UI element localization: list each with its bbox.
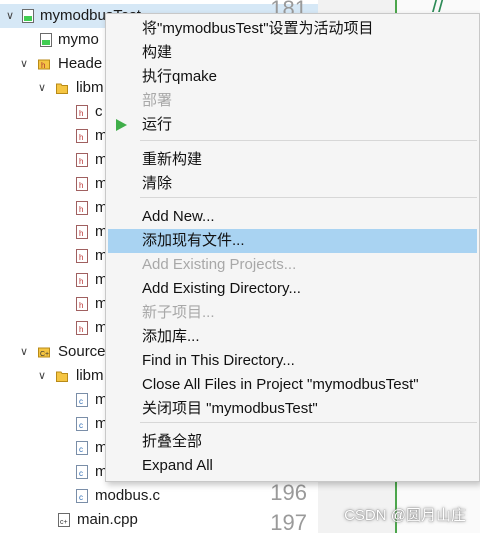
h-file-icon: h — [76, 249, 88, 263]
tree-item-label: modbus.c — [95, 487, 161, 504]
svg-text:h: h — [79, 133, 83, 142]
menu-item-label: Find in This Directory... — [142, 352, 295, 369]
h-file-icon: h — [76, 273, 88, 287]
headers-folder-icon: h — [38, 59, 50, 70]
watermark: CSDN @圆月山庄 — [344, 507, 466, 524]
menu-item-find-in-directory[interactable]: Find in This Directory... — [108, 349, 477, 373]
tree-item-label: Heade — [58, 55, 103, 72]
chevron-down-icon[interactable]: ∨ — [16, 340, 32, 364]
menu-item-label: Close All Files in Project "mymodbusTest… — [142, 376, 419, 393]
tree-item-label: main.cpp — [77, 511, 138, 528]
svg-text:h: h — [79, 181, 83, 190]
run-icon — [116, 119, 127, 131]
svg-text:C+: C+ — [40, 351, 49, 358]
chevron-down-icon[interactable]: ∨ — [2, 4, 18, 28]
tree-item-label: libm — [76, 79, 104, 96]
menu-item-add-existing-directory[interactable]: Add Existing Directory... — [108, 277, 477, 301]
menu-item-close-project[interactable]: 关闭项目 "mymodbusTest" — [108, 397, 477, 421]
menu-item-run-qmake[interactable]: 执行qmake — [108, 65, 477, 89]
c-file-icon: c — [76, 465, 88, 479]
menu-item-label: Expand All — [142, 457, 213, 474]
cpp-file-icon: c+ — [58, 513, 70, 527]
c-file-icon: c — [76, 441, 88, 455]
h-file-icon: h — [76, 153, 88, 167]
menu-item-clean[interactable]: 清除 — [108, 172, 477, 196]
menu-item-add-library[interactable]: 添加库... — [108, 325, 477, 349]
menu-item-new-subproject: 新子项目... — [108, 301, 477, 325]
menu-item-label: 关闭项目 "mymodbusTest" — [142, 400, 318, 417]
svg-text:c: c — [79, 445, 83, 454]
svg-text:h: h — [79, 301, 83, 310]
menu-separator — [140, 422, 477, 423]
menu-item-close-all-files[interactable]: Close All Files in Project "mymodbusTest… — [108, 373, 477, 397]
svg-text:c: c — [79, 397, 83, 406]
svg-text:h: h — [79, 109, 83, 118]
menu-item-add-existing-projects: Add Existing Projects... — [108, 253, 477, 277]
menu-item-build[interactable]: 构建 — [108, 41, 477, 65]
menu-item-label: 部署 — [142, 92, 173, 109]
svg-text:h: h — [79, 253, 83, 262]
menu-item-label: 将"mymodbusTest"设置为活动项目 — [142, 20, 374, 37]
menu-item-label: Add New... — [142, 208, 215, 225]
menu-item-run[interactable]: 运行 — [108, 113, 477, 137]
h-file-icon: h — [76, 321, 88, 335]
qt-file-icon — [40, 33, 52, 47]
c-file-icon: c — [76, 393, 88, 407]
menu-item-label: 重新构建 — [142, 151, 203, 168]
menu-item-label: 构建 — [142, 44, 173, 61]
qt-project-icon — [22, 9, 34, 23]
menu-item-label: 新子项目... — [142, 304, 215, 321]
menu-item-add-existing-files[interactable]: 添加现有文件... — [108, 229, 477, 253]
svg-text:h: h — [79, 277, 83, 286]
menu-item-add-new[interactable]: Add New... — [108, 205, 477, 229]
menu-item-label: 运行 — [142, 116, 173, 133]
menu-item-expand-all[interactable]: Expand All — [108, 454, 477, 478]
menu-item-label: Add Existing Projects... — [142, 256, 297, 273]
h-file-icon: h — [76, 225, 88, 239]
chevron-down-icon[interactable]: ∨ — [34, 364, 50, 388]
c-file-icon: c — [76, 417, 88, 431]
folder-icon — [56, 371, 68, 382]
c-file-icon: c — [76, 489, 88, 503]
svg-text:c: c — [79, 493, 83, 502]
menu-separator — [140, 140, 477, 141]
h-file-icon: h — [76, 105, 88, 119]
svg-text:h: h — [79, 157, 83, 166]
menu-item-label: 添加现有文件... — [142, 232, 245, 249]
menu-item-label: 执行qmake — [142, 68, 218, 85]
sources-folder-icon: C+ — [38, 347, 50, 358]
tree-item-label: c — [95, 103, 103, 120]
tree-item-label: mymo — [58, 31, 99, 48]
menu-item-collapse-all[interactable]: 折叠全部 — [108, 430, 477, 454]
svg-text:c: c — [79, 469, 83, 478]
line-number: 196 — [270, 480, 307, 505]
svg-text:h: h — [79, 325, 83, 334]
menu-item-label: 折叠全部 — [142, 433, 203, 450]
svg-text:c: c — [79, 421, 83, 430]
chevron-down-icon[interactable]: ∨ — [34, 76, 50, 100]
line-number: 197 — [270, 510, 307, 535]
context-menu: 将"mymodbusTest"设置为活动项目 构建执行qmake 部署运行重新构建清… — [105, 13, 480, 482]
svg-text:h: h — [41, 61, 45, 70]
svg-text:h: h — [79, 229, 83, 238]
menu-item-label: 添加库... — [142, 328, 200, 345]
menu-item-rebuild[interactable]: 重新构建 — [108, 148, 477, 172]
h-file-icon: h — [76, 297, 88, 311]
menu-item-label: Add Existing Directory... — [142, 280, 301, 297]
menu-item-label: 清除 — [142, 175, 173, 192]
h-file-icon: h — [76, 177, 88, 191]
tree-item-label: Source — [58, 343, 106, 360]
h-file-icon: h — [76, 129, 88, 143]
menu-separator — [140, 197, 477, 198]
chevron-down-icon[interactable]: ∨ — [16, 52, 32, 76]
svg-text:h: h — [79, 205, 83, 214]
tree-item-label: libm — [76, 367, 104, 384]
h-file-icon: h — [76, 201, 88, 215]
folder-icon — [56, 83, 68, 94]
menu-item-deploy: 部署 — [108, 89, 477, 113]
menu-item-set-active-project[interactable]: 将"mymodbusTest"设置为活动项目 — [108, 17, 477, 41]
svg-text:c+: c+ — [60, 519, 68, 526]
